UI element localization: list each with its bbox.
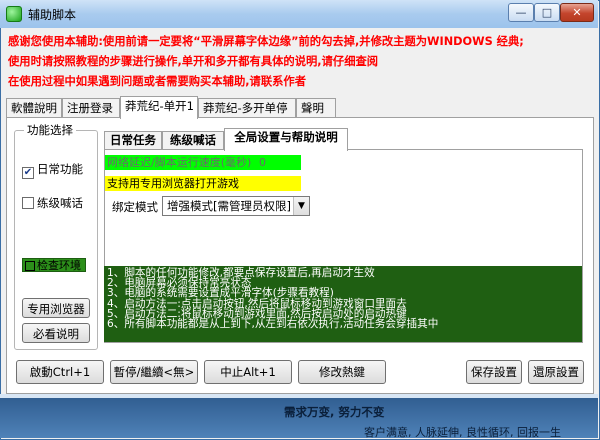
delay-label: 网络延迟/脚本运行速度(毫秒) [107, 156, 252, 169]
help-text-box: 1、脚本的任何功能修改,都要点保存设置后,再启动才生效 2、电脑屏幕必须保持常亮… [104, 266, 582, 342]
checkbox-unchecked-icon [22, 197, 34, 209]
tab-single-instance[interactable]: 莽荒纪-单开1 [120, 96, 198, 119]
settings-tab-bar: 日常任务 练级喊话 全局设置与帮助说明 [104, 128, 582, 151]
notice-line-2: 使用时请按照教程的步骤进行操作,单开和多开都有具体的说明,请仔细查阅 [8, 55, 379, 68]
delay-setting-field[interactable]: 网络延迟/脚本运行速度(毫秒) 0 [105, 155, 301, 170]
must-read-button[interactable]: 必看说明 [22, 323, 90, 343]
level-shout-checkbox[interactable]: 练级喊话 [22, 196, 83, 212]
maximize-button[interactable]: □ [534, 3, 560, 22]
minimize-button[interactable]: — [508, 3, 534, 22]
restore-settings-button[interactable]: 還原設置 [528, 360, 584, 384]
check-environment-label: 检查环境 [37, 259, 81, 272]
notice-line-3: 在使用过程中如果遇到问题或者需要购买本辅助,请联系作者 [8, 75, 307, 88]
bind-mode-label: 绑定模式 [112, 200, 158, 214]
save-settings-button[interactable]: 保存設置 [466, 360, 522, 384]
window-title: 辅助脚本 [28, 8, 77, 22]
chevron-down-icon[interactable]: ▼ [293, 197, 309, 215]
start-button[interactable]: 啟動Ctrl+1 [16, 360, 104, 384]
help-line: 6、所有脚本功能都是从上到下,从左到右依次执行,活动任务会穿插其中 [107, 318, 439, 331]
tab-daily-tasks[interactable]: 日常任务 [104, 131, 162, 150]
title-bar[interactable]: 辅助脚本 — □ ✕ [0, 0, 598, 28]
modify-hotkey-button[interactable]: 修改熱鍵 [298, 360, 386, 384]
stop-button[interactable]: 中止Alt+1 [204, 360, 292, 384]
level-shout-label: 练级喊话 [37, 196, 83, 210]
bind-mode-value: 增强模式[需管理员权限] [167, 199, 291, 213]
delay-value[interactable]: 0 [259, 155, 266, 170]
browser-support-note: 支持用专用浏览器打开游戏 [105, 176, 301, 191]
tab-global-settings[interactable]: 全局设置与帮助说明 [224, 128, 348, 151]
tab-statement[interactable]: 聲明 [296, 98, 336, 118]
tab-multi-instance[interactable]: 莽荒纪-多开单停 [198, 98, 296, 118]
tab-software-info[interactable]: 軟體說明 [6, 98, 62, 118]
daily-function-checkbox[interactable]: ✔ 日常功能 [22, 162, 83, 179]
close-button[interactable]: ✕ [560, 3, 594, 22]
footer-divider [0, 394, 598, 398]
dedicated-browser-button[interactable]: 专用浏览器 [22, 298, 90, 318]
pause-resume-button[interactable]: 暫停/繼續<無> [110, 360, 198, 384]
daily-function-label: 日常功能 [37, 162, 83, 176]
main-tab-bar: 軟體說明 注册登录 莽荒纪-单开1 莽荒纪-多开单停 聲明 [6, 96, 594, 119]
footer-slogan-1: 需求万变, 努力不变 [284, 405, 385, 419]
function-select-label: 功能选择 [24, 122, 76, 138]
checkbox-checked-icon: ✔ [22, 167, 34, 179]
check-environment-checkbox[interactable]: 检查环境 [22, 258, 86, 272]
checkbox-unchecked-icon [25, 261, 35, 271]
bind-mode-select[interactable]: 增强模式[需管理员权限] ▼ [162, 196, 310, 216]
app-logo-icon [6, 6, 22, 22]
footer-slogan-2: 客户满意, 人脉延伸, 良性循环, 回报一生 [364, 426, 561, 439]
notice-line-1: 感谢您使用本辅助:使用前请一定要将“平滑屏幕字体边缘”前的勾去掉,并修改主题为W… [8, 35, 524, 48]
tab-register-login[interactable]: 注册登录 [62, 98, 120, 118]
tab-level-shout[interactable]: 练级喊话 [162, 131, 224, 150]
